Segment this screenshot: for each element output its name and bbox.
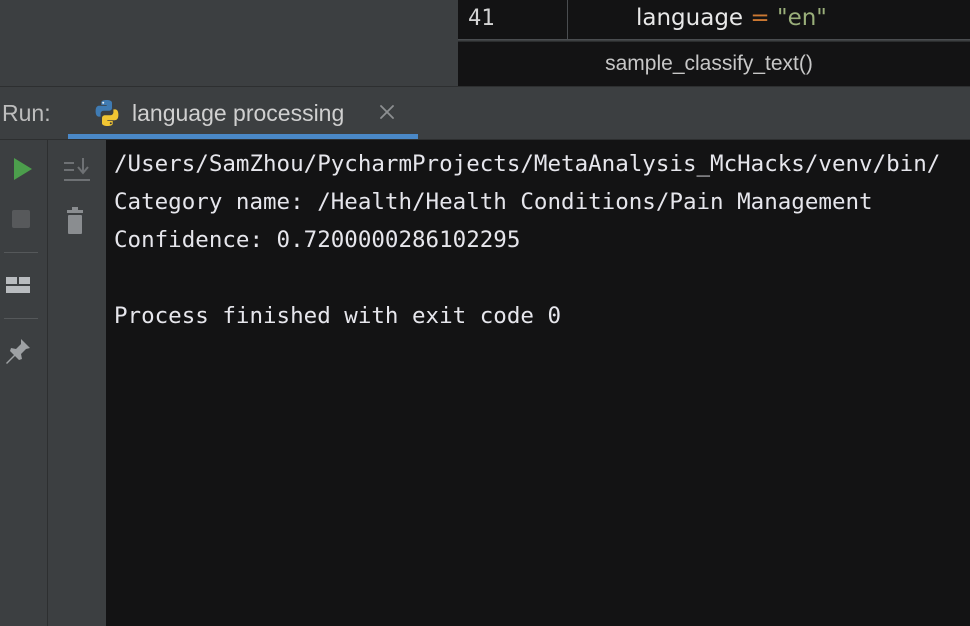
code-identifier: language (636, 5, 744, 31)
trash-icon (67, 207, 83, 234)
console-line: Category name: /Health/Health Conditions… (114, 189, 873, 215)
scroll-to-end-button[interactable] (60, 152, 94, 186)
play-icon (14, 158, 32, 180)
console-line: /Users/SamZhou/PycharmProjects/MetaAnaly… (114, 151, 941, 177)
code-editor[interactable]: 41 language = "en" (458, 0, 970, 40)
run-toolbar-secondary (48, 140, 106, 626)
console-output[interactable]: /Users/SamZhou/PycharmProjects/MetaAnaly… (106, 140, 970, 626)
run-toolbar-left (0, 140, 48, 626)
code-string-literal: "en" (777, 5, 827, 31)
line-number: 41 (458, 0, 568, 40)
ide-window: 41 language = "en" sample_classify_text(… (0, 0, 970, 626)
stop-icon (12, 210, 30, 228)
breadcrumb[interactable]: sample_classify_text() (458, 42, 970, 86)
toolbar-separator (4, 318, 38, 319)
editor-area: 41 language = "en" sample_classify_text(… (0, 0, 970, 86)
active-tab-indicator (68, 134, 418, 139)
tab-language-processing[interactable]: language processing (68, 87, 418, 139)
tab-label: language processing (132, 100, 345, 126)
scroll-to-end-icon (64, 158, 90, 181)
close-icon[interactable] (377, 102, 397, 122)
code-line[interactable]: language = "en" (636, 0, 827, 40)
python-icon (95, 100, 119, 126)
run-label: Run: (2, 100, 51, 126)
console-line: Confidence: 0.7200000286102295 (114, 227, 521, 253)
code-operator: = (743, 5, 777, 31)
console-line: Process finished with exit code 0 (114, 303, 562, 329)
stop-button[interactable] (4, 202, 38, 236)
pin-icon (6, 339, 30, 364)
clear-all-button[interactable] (58, 204, 92, 238)
layout-button[interactable] (1, 268, 35, 302)
toolbar-separator (4, 252, 38, 253)
editor-side-panel (0, 0, 456, 86)
layout-icon (6, 277, 30, 293)
breadcrumb-bar: sample_classify_text() (458, 41, 970, 86)
pin-tab-button[interactable] (1, 334, 35, 368)
rerun-button[interactable] (4, 152, 38, 186)
run-tool-window-header: Run: language processing (0, 86, 970, 140)
